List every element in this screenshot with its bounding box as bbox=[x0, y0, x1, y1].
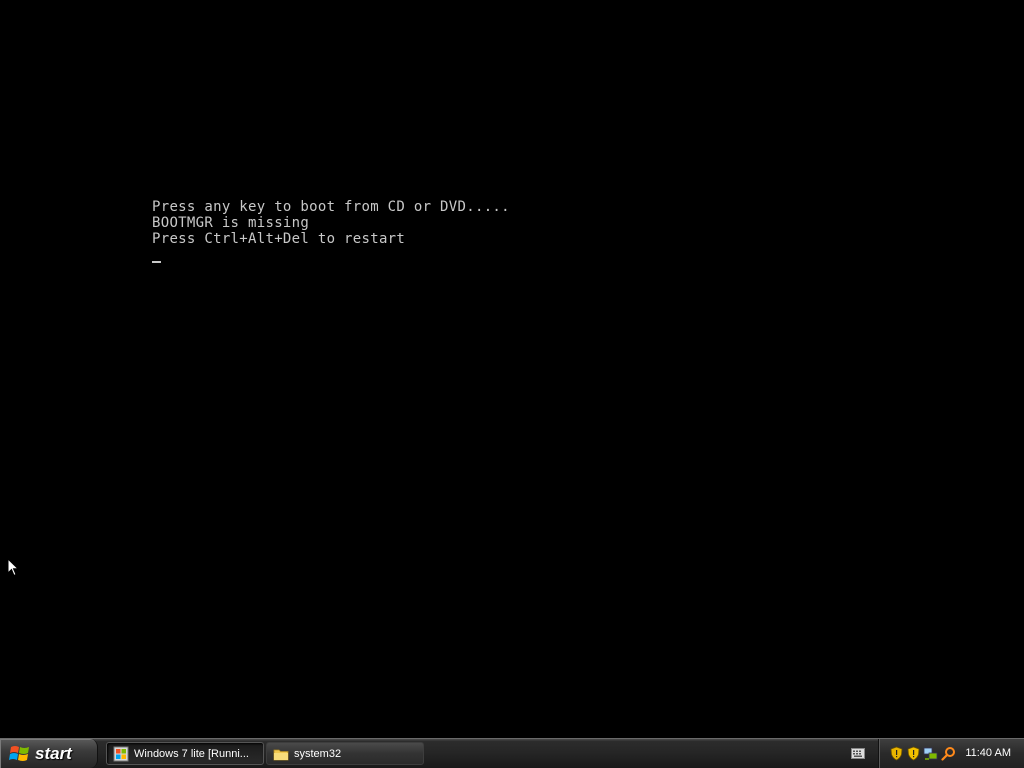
language-bar-icon[interactable] bbox=[851, 748, 865, 759]
console-cursor bbox=[152, 261, 161, 263]
mouse-pointer-icon bbox=[7, 558, 19, 577]
windows-logo-icon bbox=[9, 745, 29, 761]
taskbar-buttons: Windows 7 lite [Runni... system32 bbox=[106, 742, 426, 765]
clock[interactable]: 11:40 AM bbox=[965, 747, 1011, 759]
search-icon[interactable] bbox=[941, 746, 956, 761]
vm-console-screen[interactable]: Press any key to boot from CD or DVD....… bbox=[0, 0, 1024, 738]
folder-icon bbox=[273, 749, 289, 760]
security-shield-icon[interactable] bbox=[889, 746, 904, 761]
system-tray: 11:40 AM bbox=[878, 739, 1024, 768]
taskbar-button-system32[interactable]: system32 bbox=[266, 742, 424, 765]
taskbar: start Windows 7 lite [Runni... system32 bbox=[0, 738, 1024, 768]
boot-console: Press any key to boot from CD or DVD....… bbox=[152, 199, 510, 263]
start-label: start bbox=[35, 743, 72, 763]
security-shield-icon[interactable] bbox=[906, 746, 921, 761]
console-line-restart-prompt: Press Ctrl+Alt+Del to restart bbox=[152, 231, 406, 247]
taskbar-button-label: system32 bbox=[294, 747, 342, 760]
start-button[interactable]: start bbox=[0, 739, 98, 768]
network-icon[interactable] bbox=[923, 746, 938, 761]
console-line-boot-prompt: Press any key to boot from CD or DVD....… bbox=[152, 199, 510, 215]
virtualbox-window-icon bbox=[113, 746, 129, 761]
console-line-bootmgr-missing: BOOTMGR is missing bbox=[152, 215, 310, 231]
taskbar-button-virtual-machine[interactable]: Windows 7 lite [Runni... bbox=[106, 742, 264, 765]
taskbar-button-label: Windows 7 lite [Runni... bbox=[134, 747, 249, 760]
